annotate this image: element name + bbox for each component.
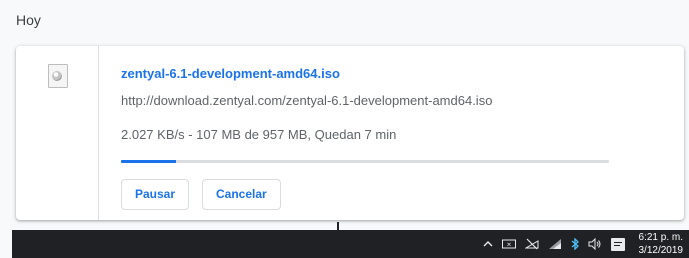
system-tray: ✕ 6:21 p. m. 3/12/2019 xyxy=(474,230,684,258)
bluetooth-icon[interactable] xyxy=(571,238,579,250)
pause-button[interactable]: Pausar xyxy=(121,179,190,210)
downloads-page: Hoy zentyal-6.1-development-amd64.iso ht… xyxy=(0,0,689,258)
clock-date: 3/12/2019 xyxy=(638,245,684,256)
download-status: 2.027 KB/s - 107 MB de 957 MB, Quedan 7 … xyxy=(121,127,397,142)
taskbar: ✕ 6:21 p. m. 3/12/2019 xyxy=(12,230,689,258)
taskbar-clock[interactable]: 6:21 p. m. 3/12/2019 xyxy=(639,231,684,257)
download-progress-bar xyxy=(121,160,609,163)
file-icon-column xyxy=(16,46,99,220)
clock-time: 6:21 p. m. xyxy=(638,232,683,243)
volume-icon[interactable] xyxy=(588,238,602,250)
language-icon[interactable]: ✕ xyxy=(501,238,516,250)
iso-file-icon xyxy=(48,64,68,88)
chevron-up-icon[interactable] xyxy=(483,240,493,248)
notification-icon[interactable] xyxy=(610,237,625,251)
wifi-icon[interactable] xyxy=(548,238,562,250)
network-off-icon[interactable] xyxy=(524,238,539,250)
download-filename-link[interactable]: zentyal-6.1-development-amd64.iso xyxy=(121,66,340,81)
svg-text:✕: ✕ xyxy=(506,242,511,249)
section-title: Hoy xyxy=(16,12,41,28)
cancel-button[interactable]: Cancelar xyxy=(202,179,281,210)
download-url: http://download.zentyal.com/zentyal-6.1-… xyxy=(121,93,493,108)
download-card: zentyal-6.1-development-amd64.iso http:/… xyxy=(16,46,684,220)
download-progress-fill xyxy=(121,160,176,163)
